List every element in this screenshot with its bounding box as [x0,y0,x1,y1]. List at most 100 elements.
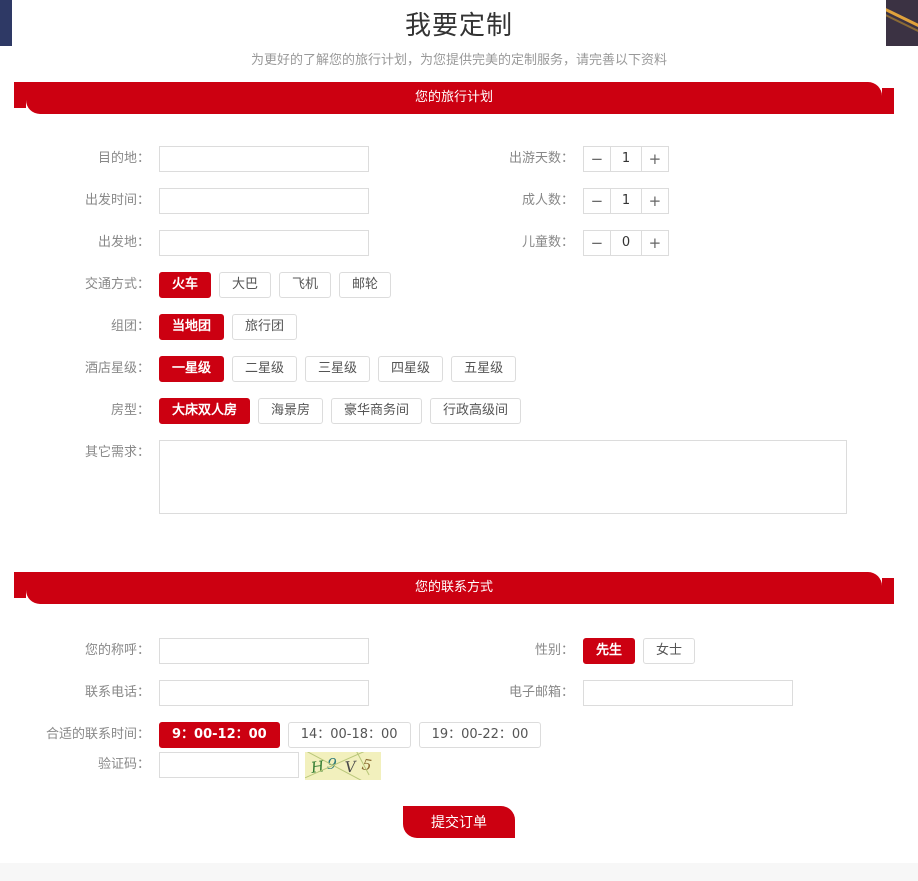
hotel-star-option-0[interactable]: 一星级 [159,356,225,382]
room-type-option-2[interactable]: 豪华商务间 [331,398,423,424]
destination-label: 目的地： [97,151,150,166]
days-stepper[interactable]: − 1 + [582,146,669,172]
other-needs-textarea[interactable] [159,440,847,514]
form-row-name-gender: 您的称呼： 性别： 先生 女士 [20,638,898,664]
phone-input[interactable] [159,680,369,706]
banner-tail-left-2 [14,572,26,598]
name-label: 您的称呼： [84,643,150,658]
field-depart-time: 出发时间： [20,188,479,214]
form-row-captcha: 验证码： H9V5 [20,752,898,780]
gender-options: 先生 女士 [582,638,695,664]
gender-option-0[interactable]: 先生 [582,638,635,664]
hotel-star-option-3[interactable]: 四星级 [378,356,444,382]
transport-option-0[interactable]: 火车 [159,272,212,298]
field-children: 儿童数： − 0 + [479,230,898,256]
right-edge-decoration [886,0,918,46]
adults-label: 成人数： [521,193,574,208]
phone-label: 联系电话： [84,685,150,700]
room-type-option-3[interactable]: 行政高级间 [430,398,522,424]
field-destination: 目的地： [20,146,479,172]
hotel-star-options: 一星级 二星级 三星级 四星级 五星级 [159,356,517,382]
depart-time-input[interactable] [159,188,369,214]
children-plus-button[interactable]: + [642,231,668,255]
field-depart-place: 出发地： [20,230,479,256]
other-needs-label: 其它需求： [84,445,150,460]
field-name: 您的称呼： [20,638,479,664]
plan-section-banner-label: 您的旅行计划 [414,90,493,105]
days-value[interactable]: 1 [609,147,642,171]
page-subtitle: 为更好的了解您的旅行计划，为您提供完美的定制服务，请完善以下资料 [250,53,667,68]
contact-section-banner: 您的联系方式 [14,572,894,604]
form-row-phone-email: 联系电话： 电子邮箱： [20,680,898,706]
contact-time-option-0[interactable]: 9：00-12：00 [159,722,280,748]
adults-stepper[interactable]: − 1 + [582,188,669,214]
hotel-star-option-1[interactable]: 二星级 [232,356,298,382]
banner-tail-left [14,82,26,108]
children-value[interactable]: 0 [609,231,642,255]
hotel-star-option-2[interactable]: 三星级 [305,356,371,382]
form-row-contact-time: 合适的联系时间： 9：00-12：00 14：00-18：00 19：00-22：0… [20,722,898,748]
adults-plus-button[interactable]: + [642,189,668,213]
banner-tail-right [882,88,894,114]
transport-option-2[interactable]: 飞机 [279,272,332,298]
adults-minus-button[interactable]: − [584,189,610,213]
form-row-hotel-star: 酒店星级： 一星级 二星级 三星级 四星级 五星级 [20,356,898,382]
field-adults: 成人数： − 1 + [479,188,898,214]
plan-section-banner: 您的旅行计划 [14,82,894,114]
room-type-options: 大床双人房 海景房 豪华商务间 行政高级间 [159,398,522,424]
room-type-option-1[interactable]: 海景房 [258,398,324,424]
field-gender: 性别： 先生 女士 [479,638,898,664]
group-option-0[interactable]: 当地团 [159,314,225,340]
hotel-star-option-4[interactable]: 五星级 [451,356,517,382]
page-header: 我要定制 为更好的了解您的旅行计划，为您提供完美的定制服务，请完善以下资料 [0,0,918,70]
form-row-group: 组团： 当地团 旅行团 [20,314,898,340]
children-minus-button[interactable]: − [584,231,610,255]
submit-order-button[interactable]: 提交订单 [403,806,515,838]
depart-time-label: 出发时间： [84,193,150,208]
name-input[interactable] [159,638,369,664]
contact-form: 您的称呼： 性别： 先生 女士 联系电话： 电子邮箱： 合适的联系时间： 9：00… [0,638,918,780]
children-stepper[interactable]: − 0 + [582,230,669,256]
left-edge-decoration [0,0,12,46]
form-row-departplace-children: 出发地： 儿童数： − 0 + [20,230,898,256]
gender-option-1[interactable]: 女士 [642,638,695,664]
field-days: 出游天数： − 1 + [479,146,898,172]
email-input[interactable] [582,680,793,706]
destination-input[interactable] [159,146,369,172]
transport-options: 火车 大巴 飞机 邮轮 [159,272,392,298]
days-minus-button[interactable]: − [584,147,610,171]
room-type-label: 房型： [110,403,150,418]
captcha-label: 验证码： [97,757,150,772]
depart-place-input[interactable] [159,230,369,256]
form-row-destination-days: 目的地： 出游天数： − 1 + [20,146,898,172]
depart-place-label: 出发地： [97,235,150,250]
field-email: 电子邮箱： [479,680,898,706]
group-options: 当地团 旅行团 [159,314,298,340]
captcha-input[interactable] [159,752,299,778]
group-option-1[interactable]: 旅行团 [232,314,298,340]
contact-time-option-1[interactable]: 14：00-18：00 [287,722,411,748]
adults-value[interactable]: 1 [609,189,642,213]
captcha-image[interactable]: H9V5 [305,752,381,780]
room-type-option-0[interactable]: 大床双人房 [159,398,251,424]
days-label: 出游天数： [508,151,574,166]
hotel-star-label: 酒店星级： [84,361,150,376]
form-row-transport: 交通方式： 火车 大巴 飞机 邮轮 [20,272,898,298]
transport-option-3[interactable]: 邮轮 [339,272,392,298]
submit-area: 提交订单 [0,806,918,838]
transport-label: 交通方式： [84,277,150,292]
gender-label: 性别： [534,643,574,658]
contact-time-label: 合适的联系时间： [45,727,150,742]
field-phone: 联系电话： [20,680,479,706]
form-row-departtime-adults: 出发时间： 成人数： − 1 + [20,188,898,214]
contact-section-banner-label: 您的联系方式 [414,580,493,595]
days-plus-button[interactable]: + [642,147,668,171]
form-row-room-type: 房型： 大床双人房 海景房 豪华商务间 行政高级间 [20,398,898,424]
group-label: 组团： [110,319,150,334]
transport-option-1[interactable]: 大巴 [219,272,272,298]
page-title: 我要定制 [404,11,513,41]
email-label: 电子邮箱： [508,685,574,700]
contact-time-option-2[interactable]: 19：00-22：00 [418,722,542,748]
banner-tail-right-2 [882,578,894,604]
page-footer [0,863,918,881]
